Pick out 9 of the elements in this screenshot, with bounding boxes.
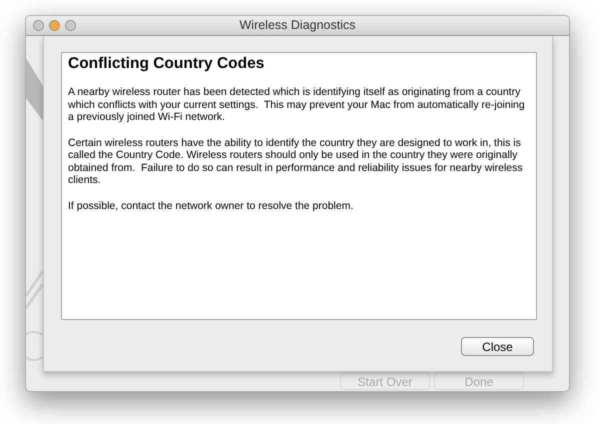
message-paragraph: Certain wireless routers have the ability to identify the country they are designed to work in, this is called the Country Code. Wireless routers should only be used in the country they were originally obtained from. Failure to do so can result in performance and reliability issues for nearby wireless clients. [68,136,524,186]
minimize-button[interactable] [49,20,60,31]
window-title: Wireless Diagnostics [240,17,356,34]
message-paragraph: If possible, contact the network owner to resolve the problem. [68,200,354,212]
close-button[interactable] [33,20,44,31]
message-heading: Conflicting Country Codes [68,54,266,74]
zoom-button[interactable] [65,20,76,31]
message-paragraph: A nearby wireless router has been detected which is identifying itself as originating from a country which conflicts with your current settings. This may prevent your Mac from automatically re-joining a previously joined Wi-Fi network. [68,86,526,124]
close-dialog-button[interactable]: Close [461,337,534,356]
